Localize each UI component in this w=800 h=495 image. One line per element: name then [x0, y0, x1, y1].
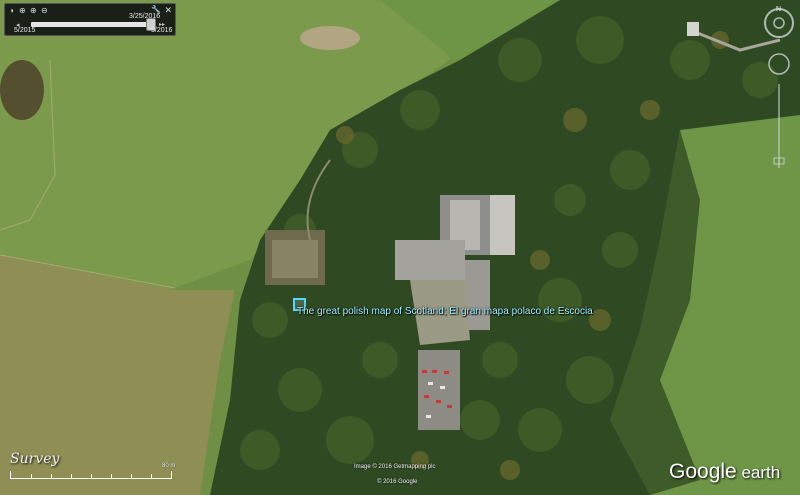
clock-icon[interactable]: ⊕	[19, 6, 26, 15]
time-slider-start-date: 5/2015	[14, 27, 36, 34]
sun-icon[interactable]: ◑	[9, 6, 14, 15]
scale-bar	[10, 471, 172, 479]
survey-label: Survey	[10, 451, 60, 467]
bare-ground-patch	[300, 26, 360, 50]
walled-garden-interior	[272, 240, 318, 278]
imagery-attribution: Image © 2016 Getmapping plc	[354, 464, 436, 470]
brand-earth: earth	[736, 463, 781, 482]
zoom-out-icon[interactable]: ⊖	[41, 6, 48, 15]
time-slider-end-date: 3/2016	[151, 27, 173, 34]
time-slider-track[interactable]	[31, 22, 155, 27]
compass-icon[interactable]	[764, 8, 794, 38]
google-earth-logo: Google earth	[669, 460, 780, 484]
time-slider-panel[interactable]: ◑ ⊕ ⊕ ⊖ 🔧 ✕ 3/25/2016 ◂ ▸▸ 5/2015 3/2016	[4, 3, 176, 36]
look-joystick[interactable]	[773, 17, 785, 29]
building-lodge	[687, 22, 699, 36]
north-indicator: N	[776, 6, 781, 13]
scale-label: 80 m	[162, 463, 176, 469]
move-joystick[interactable]	[768, 53, 790, 75]
scrub-patch	[0, 60, 44, 120]
building-east-wing	[490, 195, 515, 255]
building-south-wing	[465, 260, 490, 330]
car-park	[418, 350, 460, 430]
placemark-label[interactable]: The great polish map of Scotland; El gra…	[297, 306, 593, 317]
building-house	[395, 240, 465, 280]
zoom-in-icon[interactable]: ⊕	[30, 6, 37, 15]
navigation-controls[interactable]: N	[760, 0, 800, 180]
brand-google: Google	[669, 460, 737, 483]
copyright-attribution: © 2016 Google	[377, 479, 418, 485]
close-icon[interactable]: ✕	[164, 5, 172, 16]
satellite-imagery[interactable]	[0, 0, 800, 495]
